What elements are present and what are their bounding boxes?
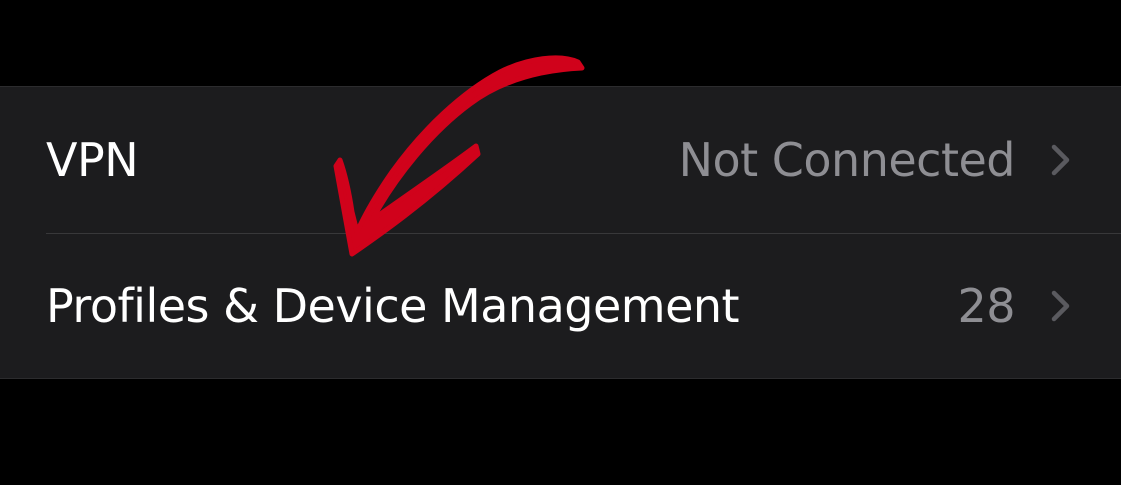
profiles-count-value: 28 [957, 279, 1015, 333]
profiles-row-title: Profiles & Device Management [46, 279, 740, 333]
settings-screen: VPN Not Connected Profiles & Device Mana… [0, 0, 1121, 485]
chevron-right-icon [1051, 144, 1070, 176]
vpn-row-title: VPN [46, 133, 139, 187]
vpn-row[interactable]: VPN Not Connected [0, 87, 1121, 233]
profiles-device-management-row[interactable]: Profiles & Device Management 28 [0, 233, 1121, 379]
settings-group: VPN Not Connected Profiles & Device Mana… [0, 86, 1121, 379]
vpn-status-value: Not Connected [678, 133, 1016, 187]
chevron-right-icon [1051, 290, 1070, 322]
